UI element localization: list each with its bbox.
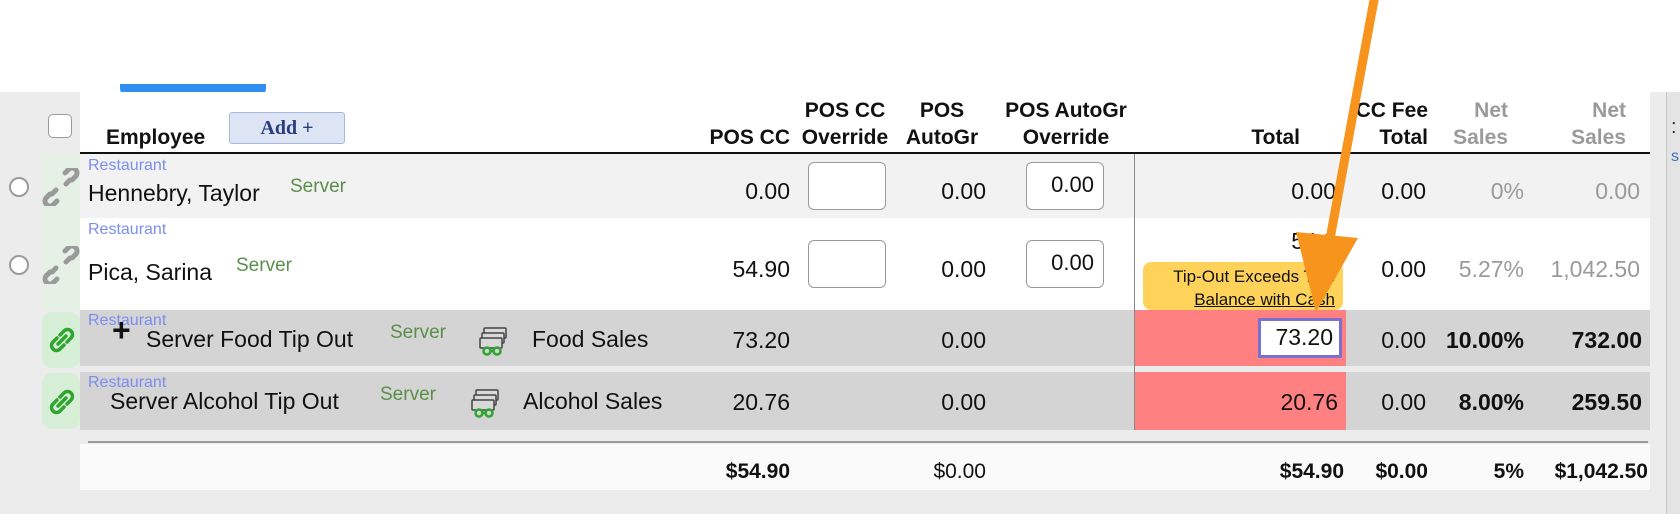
- cc-fee-value: 0.00: [1381, 389, 1426, 415]
- role-label: Server: [380, 384, 436, 405]
- total-net-sales-pct: 5%: [1493, 460, 1524, 483]
- row-radio[interactable]: [9, 177, 29, 197]
- link-icon[interactable]: [48, 326, 76, 354]
- col-pos-autogr-override-l1: POS AutoGr: [1005, 99, 1127, 122]
- pos-autogr-value: 0.00: [941, 178, 986, 204]
- total-total: $54.90: [1279, 460, 1344, 483]
- basis-label: Food Sales: [532, 326, 649, 352]
- col-pos-autogr-l1: POS: [919, 99, 965, 122]
- pos-cc-value: 54.90: [732, 256, 790, 282]
- tip-out-percent: 10.00%: [1445, 327, 1524, 353]
- total-pos-cc: $54.90: [725, 460, 790, 483]
- col-net-sales-l1: Net: [1592, 99, 1626, 122]
- pos-autogr-value: 0.00: [941, 256, 986, 282]
- tip-out-sales: 259.50: [1571, 389, 1642, 415]
- pos-autogr-value: 0.00: [941, 389, 986, 415]
- employee-name: Hennebry, Taylor: [88, 180, 260, 206]
- total-column-divider: [1134, 154, 1135, 430]
- broken-link-icon[interactable]: [42, 246, 80, 284]
- pos-cc-value: 0.00: [745, 178, 790, 204]
- pos-autogr-override-input[interactable]: 0.00: [1026, 240, 1104, 288]
- totals-divider: [88, 441, 1648, 443]
- tip-out-sales: 732.00: [1571, 327, 1642, 353]
- pos-cc-value: 20.76: [732, 389, 790, 415]
- broken-link-icon[interactable]: [42, 168, 80, 206]
- pos-cc-value: 73.20: [732, 327, 790, 353]
- cc-fee-value: 0.00: [1381, 327, 1426, 353]
- col-net-sales-l2: Sales: [1571, 126, 1626, 149]
- right-pane-edge: :s: [1666, 92, 1680, 514]
- location-label: Restaurant: [88, 221, 167, 238]
- pos-autogr-value: 0.00: [941, 327, 986, 353]
- basis-label: Alcohol Sales: [523, 388, 663, 414]
- row-radio[interactable]: [9, 255, 29, 275]
- top-whitespace: [0, 0, 1680, 92]
- net-sales-pct-value: 5.27%: [1458, 256, 1524, 282]
- col-net-sales-pct-l2: Sales: [1453, 126, 1508, 149]
- col-pos-cc: POS CC: [709, 126, 790, 149]
- tip-out-name: Server Alcohol Tip Out: [110, 388, 339, 414]
- add-employee-button[interactable]: Add +: [229, 112, 345, 144]
- plus-icon[interactable]: +: [112, 312, 131, 349]
- employee-name: Pica, Sarina: [88, 259, 213, 285]
- select-all-checkbox[interactable]: [48, 114, 72, 138]
- pos-cc-override-input[interactable]: [808, 162, 886, 210]
- pos-cc-override-input[interactable]: [808, 240, 886, 288]
- role-label: Server: [290, 176, 346, 197]
- total-net-sales: $1,042.50: [1554, 460, 1648, 483]
- link-icon[interactable]: [48, 388, 76, 416]
- net-sales-value: 1,042.50: [1550, 256, 1640, 282]
- col-pos-cc-override-l2: Override: [801, 126, 889, 149]
- net-sales-value: 0.00: [1595, 178, 1640, 204]
- col-pos-autogr-l2: AutoGr: [905, 126, 979, 149]
- col-net-sales-pct-l1: Net: [1474, 99, 1508, 122]
- total-value: 20.76: [1280, 389, 1338, 415]
- role-label: Server: [390, 322, 446, 343]
- location-label: Restaurant: [88, 157, 167, 174]
- col-pos-cc-override-l1: POS CC: [804, 99, 886, 122]
- col-pos-autogr-override-l2: Override: [1022, 126, 1110, 149]
- money-icon: [479, 327, 507, 356]
- money-icon: [471, 389, 499, 418]
- net-sales-pct-value: 0%: [1490, 178, 1524, 204]
- pos-autogr-override-input[interactable]: 0.00: [1026, 162, 1104, 210]
- total-pos-autogr: $0.00: [933, 460, 986, 483]
- role-label: Server: [236, 255, 292, 276]
- total-cc-fee: $0.00: [1375, 460, 1428, 483]
- tip-out-name: Server Food Tip Out: [146, 326, 354, 352]
- tip-out-percent: 8.00%: [1458, 389, 1524, 415]
- col-employee: Employee: [106, 126, 206, 149]
- arrow-annotation: [1296, 0, 1379, 312]
